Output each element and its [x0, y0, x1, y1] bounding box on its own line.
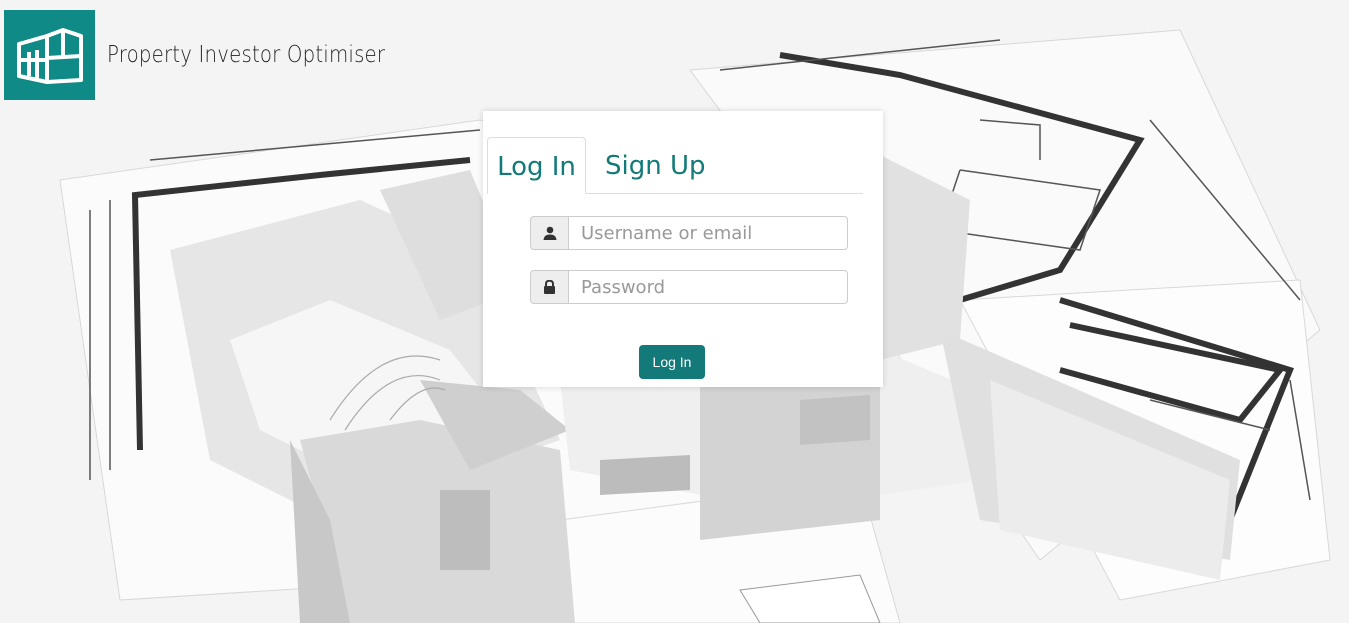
- auth-card: Log In Sign Up Log In: [483, 111, 883, 387]
- user-icon: [530, 216, 568, 250]
- tab-sign-up[interactable]: Sign Up: [605, 137, 706, 193]
- password-input[interactable]: [568, 270, 848, 304]
- house-logo-icon: [4, 10, 95, 100]
- username-field-group: [530, 216, 848, 250]
- username-input[interactable]: [568, 216, 848, 250]
- log-in-button[interactable]: Log In: [639, 345, 705, 379]
- tab-log-in[interactable]: Log In: [487, 137, 586, 194]
- app-title: Property Investor Optimiser: [107, 42, 386, 68]
- password-field-group: [530, 270, 848, 304]
- lock-icon: [530, 270, 568, 304]
- auth-tabs: Log In Sign Up: [487, 137, 863, 194]
- app-header: Property Investor Optimiser: [4, 10, 431, 100]
